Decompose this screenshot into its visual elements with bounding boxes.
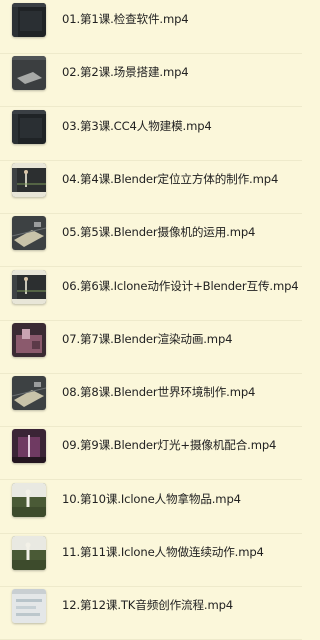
file-name: 11.第11课.Iclone人物做连续动作.mp4 [62, 545, 264, 559]
file-row[interactable]: 10.第10课.Iclone人物拿物品.mp4 [0, 480, 302, 534]
video-thumbnail-icon [12, 162, 46, 197]
file-row[interactable]: 01.第1课.检查软件.mp4 [0, 0, 302, 54]
file-row[interactable]: 09.第9课.Blender灯光+摄像机配合.mp4 [0, 426, 302, 481]
file-row[interactable]: 02.第2课.场景搭建.mp4 [0, 53, 302, 108]
video-thumbnail-icon [12, 536, 46, 570]
video-thumbnail-icon [12, 376, 46, 411]
file-row[interactable]: 08.第8课.Blender世界环境制作.mp4 [0, 373, 302, 428]
file-name: 01.第1课.检查软件.mp4 [62, 12, 189, 26]
file-row[interactable]: 04.第4课.Blender定位立方体的制作.mp4 [0, 160, 302, 214]
file-name: 04.第4课.Blender定位立方体的制作.mp4 [62, 171, 279, 186]
video-thumbnail-icon [12, 482, 46, 517]
file-row[interactable]: 11.第11课.Iclone人物做连续动作.mp4 [0, 533, 302, 587]
file-name: 08.第8课.Blender世界环境制作.mp4 [62, 385, 256, 400]
video-thumbnail-icon [12, 56, 46, 91]
file-row[interactable]: 06.第6课.Iclone动作设计+Blender互传.mp4 [0, 267, 302, 321]
file-row[interactable]: 03.第3课.CC4人物建模.mp4 [0, 107, 302, 161]
video-thumbnail-icon [12, 429, 46, 464]
video-thumbnail-icon [12, 322, 46, 357]
video-file-list: 01.第1课.检查软件.mp4 02.第2课.场景搭建.mp4 03.第3课.CC4… [0, 0, 302, 640]
video-thumbnail-icon [12, 216, 46, 251]
file-name: 02.第2课.场景搭建.mp4 [62, 65, 189, 80]
file-row[interactable]: 05.第5课.Blender摄像机的运用.mp4 [0, 213, 302, 268]
video-thumbnail-icon [12, 3, 46, 37]
file-name: 12.第12课.TK音频创作流程.mp4 [62, 598, 234, 613]
file-name: 10.第10课.Iclone人物拿物品.mp4 [62, 491, 241, 506]
video-thumbnail-icon [12, 269, 46, 304]
file-row[interactable]: 07.第7课.Blender渲染动画.mp4 [0, 320, 302, 374]
file-row[interactable]: 12.第12课.TK音频创作流程.mp4 [0, 586, 302, 640]
file-name: 06.第6课.Iclone动作设计+Blender互传.mp4 [62, 278, 299, 293]
file-name: 05.第5课.Blender摄像机的运用.mp4 [62, 225, 256, 240]
file-name: 09.第9课.Blender灯光+摄像机配合.mp4 [62, 438, 277, 453]
file-name: 03.第3课.CC4人物建模.mp4 [62, 118, 212, 133]
video-thumbnail-icon [12, 589, 46, 624]
file-name: 07.第7课.Blender渲染动画.mp4 [62, 331, 233, 346]
video-thumbnail-icon [12, 109, 46, 144]
